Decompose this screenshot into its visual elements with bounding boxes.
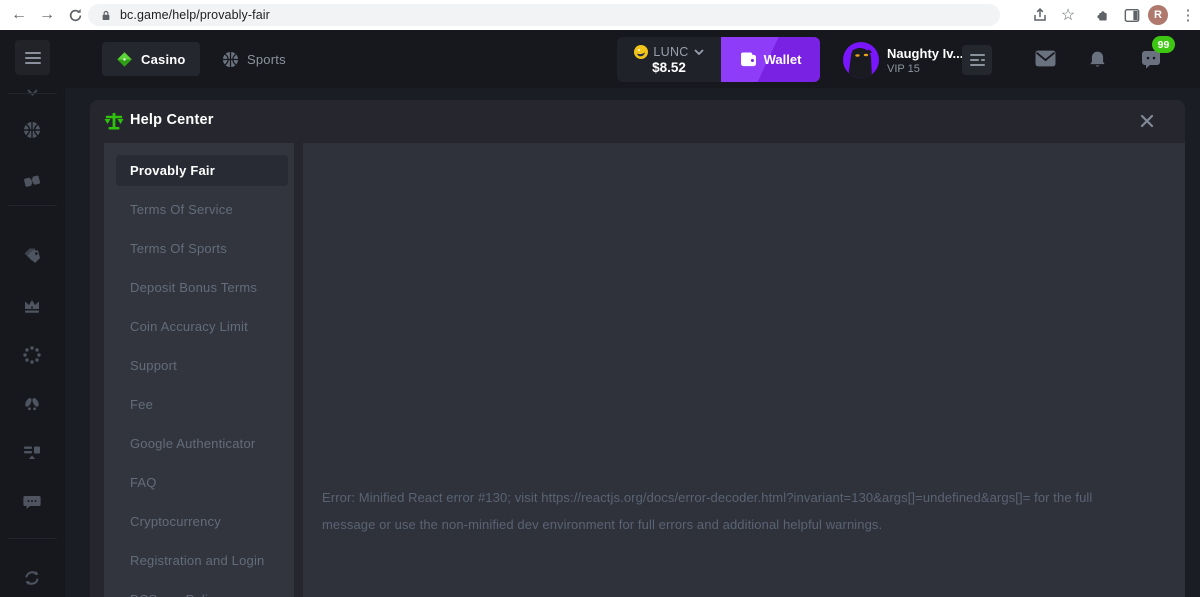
reload-icon xyxy=(68,8,83,23)
rail-swap-item[interactable] xyxy=(23,569,41,587)
bell-icon xyxy=(1088,50,1107,69)
browser-reload-button[interactable] xyxy=(62,2,88,28)
help-menu-item-registration-and-login[interactable]: Registration and Login xyxy=(104,541,294,580)
site-header: Casino Sports LUNC $8.52 Wallet Naughty … xyxy=(65,30,1200,88)
balance-amount: $8.52 xyxy=(652,60,686,75)
rail-bcd-item[interactable] xyxy=(23,346,41,364)
browser-forward-button[interactable]: → xyxy=(34,2,60,28)
partners-icon xyxy=(23,395,41,413)
help-center-modal: Help Center Provably Fair Terms Of Servi… xyxy=(90,100,1185,597)
puzzle-icon xyxy=(1095,8,1110,23)
chevron-down-icon xyxy=(694,49,704,55)
currency-selector[interactable]: LUNC $8.52 xyxy=(617,37,721,82)
username: Naughty Iv... xyxy=(887,46,963,61)
tab-sports-label: Sports xyxy=(247,52,286,67)
help-menu-item-cryptocurrency[interactable]: Cryptocurrency xyxy=(104,502,294,541)
swap-icon xyxy=(23,569,41,587)
lock-icon xyxy=(100,9,112,22)
chat-badge: 99 xyxy=(1152,36,1175,53)
sports-ball-icon xyxy=(222,51,239,68)
rail-vip-club-item[interactable] xyxy=(23,297,41,315)
profile-avatar: R xyxy=(1148,5,1168,25)
wallet-button-label: Wallet xyxy=(764,52,802,67)
rail-affiliate-item[interactable] xyxy=(23,395,41,413)
help-menu-item-deposit-bonus-terms[interactable]: Deposit Bonus Terms xyxy=(104,268,294,307)
tags-icon xyxy=(23,247,41,265)
tab-casino[interactable]: Casino xyxy=(102,42,200,76)
vip-level: VIP 15 xyxy=(887,63,963,75)
bookmark-star-button[interactable]: ☆ xyxy=(1056,3,1080,27)
hamburger-icon xyxy=(25,52,41,64)
help-menu-item-provably-fair[interactable]: Provably Fair xyxy=(116,155,288,186)
help-menu-item-google-authenticator[interactable]: Google Authenticator xyxy=(104,424,294,463)
help-menu-item-terms-of-service[interactable]: Terms Of Service xyxy=(104,190,294,229)
extensions-button[interactable] xyxy=(1090,3,1114,27)
ticket-icon xyxy=(23,172,41,190)
address-bar[interactable]: bc.game/help/provably-fair xyxy=(88,4,1000,26)
tab-casino-label: Casino xyxy=(141,52,186,67)
basketball-icon xyxy=(23,121,41,139)
user-profile[interactable]: Naughty Iv... VIP 15 xyxy=(843,42,963,78)
notifications-button[interactable] xyxy=(1088,50,1108,68)
help-menu-item-bcswap-policy[interactable]: BCSwap Policy xyxy=(104,580,294,597)
help-menu-item-terms-of-sports[interactable]: Terms Of Sports xyxy=(104,229,294,268)
rail-chat-item[interactable] xyxy=(23,493,41,511)
casino-diamond-icon xyxy=(116,51,133,68)
bets-list-button[interactable] xyxy=(962,45,992,75)
help-menu-item-support[interactable]: Support xyxy=(104,346,294,385)
help-menu: Provably Fair Terms Of Service Terms Of … xyxy=(104,143,294,597)
crown-icon xyxy=(23,297,41,315)
rail-lottery-item[interactable] xyxy=(23,172,41,190)
currency-code: LUNC xyxy=(653,45,688,59)
list-menu-icon xyxy=(970,54,985,66)
side-panel-icon xyxy=(1124,8,1140,23)
url-text: bc.game/help/provably-fair xyxy=(120,8,270,22)
rail-menu-button[interactable] xyxy=(15,40,50,75)
rail-collapse-chevron[interactable] xyxy=(27,83,38,101)
dotted-ring-icon xyxy=(23,346,41,364)
wallet-button[interactable]: Wallet xyxy=(721,37,820,82)
close-button[interactable] xyxy=(1137,111,1157,131)
scales-icon xyxy=(104,111,124,131)
side-panel-button[interactable] xyxy=(1120,3,1144,27)
rail-leaderboard-item[interactable] xyxy=(23,443,41,461)
help-menu-item-faq[interactable]: FAQ xyxy=(104,463,294,502)
close-icon xyxy=(1140,114,1154,128)
leaderboard-icon xyxy=(23,443,41,461)
help-content-panel: Error: Minified React error #130; visit … xyxy=(303,143,1185,597)
rail-sports-item[interactable] xyxy=(23,121,41,139)
share-button[interactable] xyxy=(1028,3,1052,27)
help-menu-item-coin-accuracy-limit[interactable]: Coin Accuracy Limit xyxy=(104,307,294,346)
wallet-icon xyxy=(740,52,757,67)
browser-menu-button[interactable]: ⋮ xyxy=(1176,3,1200,27)
envelope-icon xyxy=(1035,50,1056,67)
chat-bubble-icon xyxy=(23,493,41,511)
browser-profile-button[interactable]: R xyxy=(1146,3,1170,27)
messages-button[interactable] xyxy=(1035,50,1055,68)
browser-back-button[interactable]: ← xyxy=(6,2,32,28)
help-center-header: Help Center xyxy=(90,100,1185,143)
help-center-title: Help Center xyxy=(130,112,214,128)
help-menu-item-fee[interactable]: Fee xyxy=(104,385,294,424)
avatar-creature-icon xyxy=(843,42,879,78)
react-error-message: Error: Minified React error #130; visit … xyxy=(322,484,1128,538)
lunc-coin-icon xyxy=(634,45,648,59)
user-avatar xyxy=(843,42,879,78)
rail-promotions-item[interactable] xyxy=(23,247,41,265)
tab-sports[interactable]: Sports xyxy=(212,42,296,76)
left-rail xyxy=(0,30,65,597)
browser-toolbar: ← → bc.game/help/provably-fair ☆ R ⋮ xyxy=(0,0,1200,30)
share-icon xyxy=(1032,7,1048,23)
